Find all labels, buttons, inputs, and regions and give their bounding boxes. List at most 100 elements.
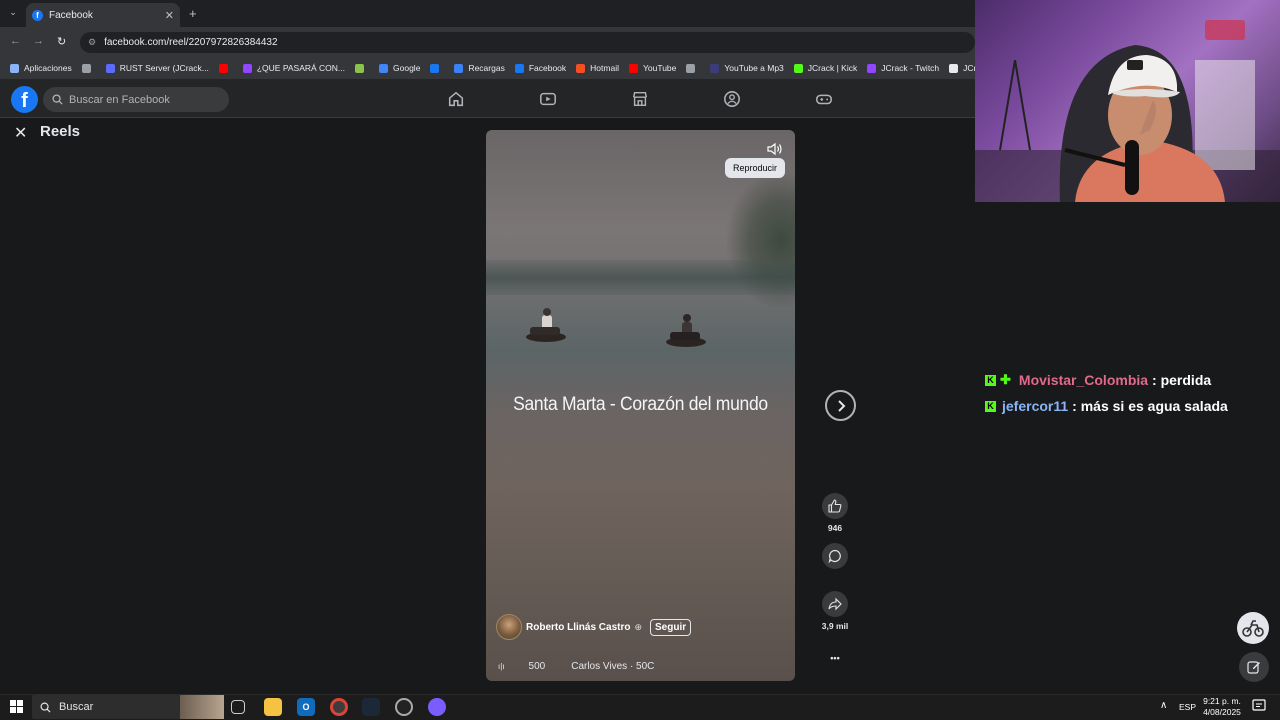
bookmark-item[interactable]: JCrack - Twitch bbox=[867, 63, 939, 73]
bookmark-item[interactable]: Facebook bbox=[514, 63, 566, 73]
bookmark-item[interactable] bbox=[355, 63, 369, 73]
url-field[interactable]: ⚙ facebook.com/reel/2207972826384432 bbox=[80, 32, 975, 53]
audio-title[interactable]: Carlos Vives · 50C bbox=[571, 661, 654, 672]
reel-video[interactable]: Santa Marta - Corazón del mundo Reproduc… bbox=[486, 130, 795, 681]
gaming-icon[interactable] bbox=[815, 90, 833, 108]
bookmark-label: Recargas bbox=[468, 63, 505, 73]
reel-author[interactable]: Roberto Llinás Castro ⊕ Seguir bbox=[496, 614, 692, 640]
tab-list-button[interactable]: ⌄ bbox=[6, 7, 20, 21]
bookmark-item[interactable] bbox=[686, 63, 700, 73]
search-icon bbox=[52, 94, 63, 105]
audio-row[interactable]: ı|ı 500 Carlos Vives · 50C bbox=[498, 661, 654, 672]
stream-chat: K ✚ Movistar_Colombia: perdida Kjefercor11:… bbox=[985, 367, 1275, 419]
bookmark-item[interactable]: Hotmail bbox=[576, 63, 619, 73]
video-shore bbox=[486, 260, 795, 295]
forward-button[interactable]: → bbox=[33, 35, 44, 47]
kick-badge-icon: K bbox=[985, 400, 996, 412]
site-settings-icon[interactable]: ⚙ bbox=[88, 37, 96, 48]
bookmark-item[interactable]: JCrack | Kick bbox=[793, 63, 858, 73]
tray-overflow-icon[interactable]: ∧ bbox=[1160, 700, 1167, 711]
taskbar-search[interactable]: Buscar bbox=[32, 695, 224, 719]
chat-text: : más si es agua salada bbox=[1072, 398, 1228, 414]
notification-icon[interactable] bbox=[1252, 699, 1266, 713]
share-button[interactable] bbox=[822, 591, 848, 617]
discord-icon[interactable] bbox=[428, 698, 446, 716]
bookmarks-bar: Aplicaciones RUST Server (JCrack... ¿QUE P… bbox=[0, 57, 1026, 79]
bookmark-favicon-icon bbox=[867, 63, 877, 73]
facebook-favicon-icon: f bbox=[32, 9, 43, 21]
webcam-scene bbox=[975, 20, 1280, 202]
bookmark-item[interactable] bbox=[218, 63, 233, 73]
contact-avatar[interactable] bbox=[1237, 612, 1269, 644]
facebook-logo-icon[interactable]: f bbox=[11, 86, 38, 113]
comment-button[interactable] bbox=[822, 543, 848, 569]
bookmark-favicon-icon bbox=[686, 63, 696, 73]
facebook-search[interactable] bbox=[43, 87, 229, 112]
bookmark-item[interactable]: Google bbox=[379, 63, 420, 73]
audio-bars-icon: ı|ı bbox=[498, 662, 505, 671]
new-tab-button[interactable]: + bbox=[189, 6, 197, 21]
chat-message: K ✚ Movistar_Colombia: perdida bbox=[985, 367, 1275, 393]
bookmark-item[interactable]: YouTube a Mp3 bbox=[710, 63, 784, 73]
motorbike-avatar-icon bbox=[1242, 620, 1264, 637]
bookmark-item[interactable]: ¿QUE PASARÁ CON... bbox=[242, 63, 346, 73]
chat-username: Movistar_Colombia bbox=[1018, 372, 1149, 388]
bookmark-item[interactable]: RUST Server (JCrack... bbox=[105, 63, 209, 73]
facebook-search-input[interactable] bbox=[69, 93, 219, 106]
tab-facebook[interactable]: f Facebook ✕ bbox=[26, 3, 180, 27]
steam-icon[interactable] bbox=[362, 698, 380, 716]
close-reels-button[interactable]: ✕ bbox=[14, 123, 27, 143]
bookmark-favicon-icon bbox=[10, 63, 19, 73]
groups-icon[interactable] bbox=[723, 90, 741, 108]
search-icon bbox=[40, 702, 51, 713]
marketplace-icon[interactable] bbox=[631, 90, 649, 108]
windows-start-icon[interactable] bbox=[10, 700, 23, 713]
bookmark-item[interactable] bbox=[430, 63, 444, 73]
chrome-icon[interactable] bbox=[330, 698, 348, 716]
reload-button[interactable]: ↻ bbox=[57, 35, 66, 48]
bookmark-favicon-icon bbox=[576, 63, 586, 73]
taskbar-clock[interactable]: 9:21 p. m. 4/08/2025 bbox=[1200, 696, 1244, 718]
bookmark-label: JCrack | Kick bbox=[807, 63, 858, 73]
language-indicator[interactable]: ESP bbox=[1179, 702, 1196, 712]
like-button[interactable] bbox=[822, 493, 848, 519]
file-explorer-icon[interactable] bbox=[264, 698, 282, 716]
video-motorbike-rider bbox=[526, 308, 566, 342]
thumbs-up-icon bbox=[828, 499, 842, 513]
back-button[interactable]: ← bbox=[10, 35, 21, 47]
bookmark-favicon-icon bbox=[430, 63, 440, 73]
bookmark-label: Google bbox=[393, 63, 421, 73]
author-name[interactable]: Roberto Llinás Castro bbox=[526, 622, 630, 633]
bookmark-favicon-icon bbox=[218, 63, 228, 73]
reels-title: Reels bbox=[40, 123, 81, 140]
bookmark-label: ¿QUE PASARÁ CON... bbox=[256, 63, 346, 73]
bookmark-favicon-icon bbox=[355, 63, 365, 73]
bookmark-label: YouTube a Mp3 bbox=[724, 63, 784, 73]
task-view-icon[interactable] bbox=[231, 700, 245, 714]
public-globe-icon: ⊕ bbox=[634, 621, 643, 632]
bookmark-favicon-icon bbox=[379, 63, 389, 73]
follow-button[interactable]: Seguir bbox=[650, 618, 692, 636]
bookmark-item[interactable]: YouTube bbox=[628, 63, 676, 73]
bookmark-favicon-icon bbox=[81, 63, 91, 73]
volume-icon[interactable] bbox=[767, 142, 783, 156]
share-icon bbox=[828, 597, 842, 611]
more-options-button[interactable]: ••• bbox=[822, 653, 848, 663]
audio-count: 500 bbox=[528, 661, 546, 672]
compose-icon bbox=[1247, 661, 1260, 674]
bookmark-favicon-icon bbox=[454, 63, 464, 73]
bookmark-favicon-icon bbox=[710, 63, 720, 73]
author-avatar[interactable] bbox=[496, 614, 522, 640]
bookmark-label: Hotmail bbox=[590, 63, 619, 73]
bookmark-item[interactable]: Aplicaciones bbox=[10, 63, 72, 73]
video-icon[interactable] bbox=[539, 90, 557, 108]
home-icon[interactable] bbox=[447, 90, 465, 108]
outlook-icon[interactable]: O bbox=[297, 698, 315, 716]
next-reel-button[interactable] bbox=[825, 390, 856, 421]
new-message-button[interactable] bbox=[1239, 652, 1269, 682]
bookmark-favicon-icon bbox=[793, 63, 803, 73]
bookmark-item[interactable]: Recargas bbox=[454, 63, 505, 73]
tab-close-icon[interactable]: ✕ bbox=[165, 9, 174, 22]
bookmark-item[interactable] bbox=[81, 63, 96, 73]
obs-icon[interactable] bbox=[395, 698, 413, 716]
